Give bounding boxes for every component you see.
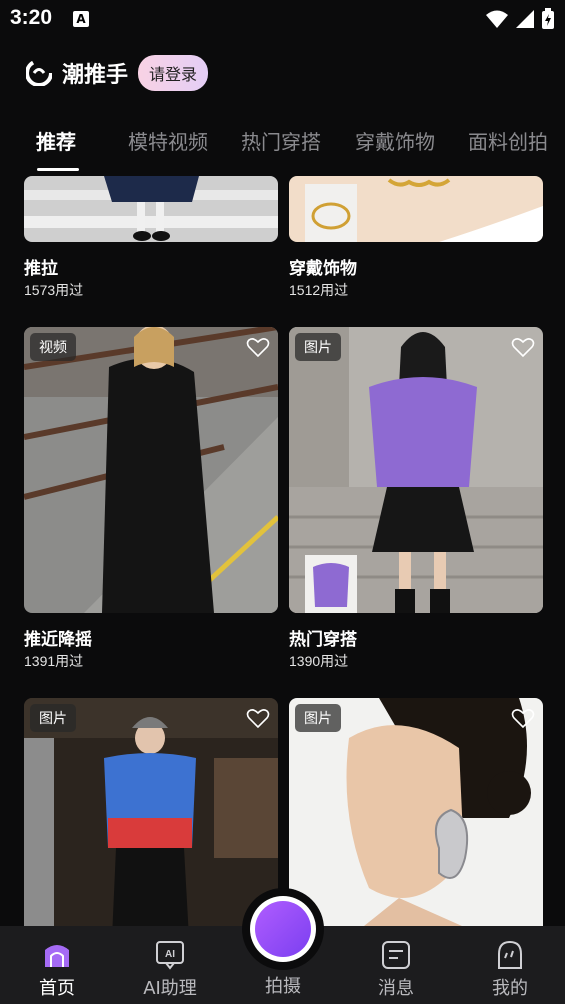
- card-title: 热门穿搭: [289, 630, 357, 649]
- card-title: 推近降摇: [24, 630, 92, 649]
- favorite-heart-icon[interactable]: [246, 706, 270, 730]
- home-icon: [45, 945, 69, 967]
- card-usage-count: 1391用过: [24, 653, 84, 669]
- card-title: 穿戴饰物: [289, 259, 357, 278]
- battery-charging-icon: [542, 8, 554, 29]
- media-type-badge: 视频: [30, 333, 76, 361]
- card-usage-count: 1573用过: [24, 282, 84, 298]
- nav-label: 消息: [378, 978, 414, 999]
- card-title: 推拉: [24, 259, 58, 278]
- tab-hot-outfit[interactable]: 热门穿搭: [241, 126, 321, 155]
- status-icons: [485, 8, 555, 30]
- nav-capture-label[interactable]: 拍摄: [248, 968, 318, 998]
- login-button[interactable]: 请登录: [138, 55, 209, 91]
- card-image: 图片: [289, 327, 543, 613]
- card-image: 图片: [289, 698, 543, 926]
- card-image: [24, 176, 278, 242]
- tab-accessories[interactable]: 穿戴饰物: [355, 126, 435, 155]
- category-tabs: 推荐 模特视频 热门穿搭 穿戴饰物 面料创拍: [0, 116, 565, 180]
- capture-icon: [255, 901, 311, 957]
- media-type-badge: 图片: [295, 333, 341, 361]
- content-feed[interactable]: 推拉 1573用过 穿戴饰物 1512用过 视频 推近降摇 1391用过 图片 …: [0, 176, 565, 926]
- favorite-heart-icon[interactable]: [246, 335, 270, 359]
- nav-messages[interactable]: 消息: [361, 940, 431, 1000]
- signal-icon: [516, 10, 534, 28]
- nav-ai-assistant[interactable]: AI AI助理: [135, 940, 205, 1000]
- favorite-heart-icon[interactable]: [511, 706, 535, 730]
- tab-recommend[interactable]: 推荐: [36, 126, 76, 155]
- app-title: 潮推手: [62, 63, 129, 88]
- wifi-icon: [486, 10, 508, 28]
- status-bar: 3:20 A: [0, 0, 565, 40]
- media-type-badge: 图片: [30, 704, 76, 732]
- svg-text:AI: AI: [165, 949, 175, 960]
- card-image: 视频: [24, 327, 278, 613]
- nav-home[interactable]: 首页: [22, 940, 92, 1000]
- favorite-heart-icon[interactable]: [511, 335, 535, 359]
- nav-label: AI助理: [143, 978, 197, 999]
- app-header: 潮推手 请登录: [26, 54, 209, 92]
- nav-label: 我的: [492, 978, 528, 999]
- message-icon: [382, 941, 410, 969]
- card-image: [289, 176, 543, 242]
- notification-badge: A: [73, 11, 89, 27]
- card-usage-count: 1390用过: [289, 653, 349, 669]
- app-logo-icon: [26, 60, 52, 86]
- media-type-badge: 图片: [295, 704, 341, 732]
- ai-assistant-icon: AI: [156, 941, 184, 970]
- card-image: 图片: [24, 698, 278, 926]
- nav-profile[interactable]: 我的: [475, 940, 545, 1000]
- card-usage-count: 1512用过: [289, 282, 349, 298]
- nav-label: 首页: [39, 978, 75, 999]
- profile-icon: [498, 940, 522, 969]
- tab-model-video[interactable]: 模特视频: [128, 126, 208, 155]
- capture-ring: [250, 896, 316, 962]
- nav-label: 拍摄: [265, 976, 301, 997]
- active-tab-indicator: [37, 168, 79, 171]
- capture-button[interactable]: [242, 888, 324, 970]
- status-time: 3:20: [10, 6, 53, 29]
- tab-fabric-shoot[interactable]: 面料创拍: [468, 126, 548, 155]
